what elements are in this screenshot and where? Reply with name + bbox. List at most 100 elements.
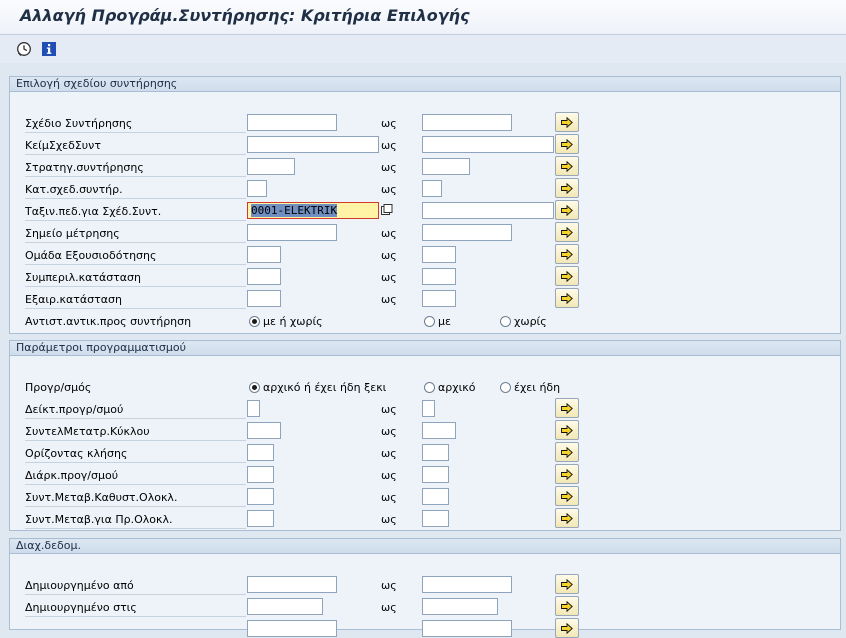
label-measuring-point: Σημείο μέτρησης: [25, 225, 246, 243]
label-maintenance-strategy: Στρατηγ.συντήρησης: [25, 159, 246, 177]
created-by-from-input[interactable]: [247, 576, 337, 593]
label-maintenance-plan: Σχέδιο Συντήρησης: [25, 115, 246, 133]
value-help-icon[interactable]: [381, 204, 393, 216]
partial-row-from-input[interactable]: [247, 620, 337, 637]
multiple-selection-button[interactable]: [555, 134, 579, 154]
multiple-selection-button[interactable]: [555, 222, 579, 242]
sort-field-from-input[interactable]: 0001-ELEKTRIK: [247, 202, 379, 219]
to-label: ως: [381, 403, 397, 416]
plan-text-to-input[interactable]: [422, 136, 554, 153]
label-created-on: Δημιουργημένο στις: [25, 599, 246, 617]
to-label: ως: [381, 579, 397, 592]
to-label: ως: [381, 249, 397, 262]
label-plan-category: Κατ.σχεδ.συντήρ.: [25, 181, 246, 199]
scheduling-period-from-input[interactable]: [247, 466, 274, 483]
cycle-factor-to-input[interactable]: [422, 422, 456, 439]
plan-category-to-input[interactable]: [422, 180, 442, 197]
page-title: Αλλαγή Προγράμ.Συντήρησης: Κριτήρια Επιλ…: [20, 6, 470, 25]
radio-initial-or-started[interactable]: αρχικό ή έχει ήδη ξεκι: [249, 379, 386, 396]
multiple-selection-button[interactable]: [555, 398, 579, 418]
arrow-right-icon: [561, 249, 573, 260]
scheduling-indicator-to-input[interactable]: [422, 400, 435, 417]
radio-already-started[interactable]: έχει ήδη: [500, 379, 560, 396]
authorization-group-to-input[interactable]: [422, 246, 456, 263]
arrow-right-icon: [561, 271, 573, 282]
multiple-selection-button[interactable]: [555, 464, 579, 484]
label-call-horizon: Ορίζοντας κλήσης: [25, 445, 246, 463]
authorization-group-from-input[interactable]: [247, 246, 281, 263]
to-label: ως: [381, 139, 397, 152]
radio-with-or-without[interactable]: με ή χωρίς: [249, 313, 323, 330]
execute-clock-icon[interactable]: [16, 41, 32, 57]
include-status-from-input[interactable]: [247, 268, 281, 285]
arrow-right-icon: [561, 601, 573, 612]
late-completion-to-input[interactable]: [422, 488, 449, 505]
maintenance-plan-from-input[interactable]: [247, 114, 337, 131]
arrow-right-icon: [561, 623, 573, 634]
plan-category-from-input[interactable]: [247, 180, 267, 197]
exclude-status-to-input[interactable]: [422, 290, 456, 307]
label-early-completion-shift: Συντ.Μεταβ.για Πρ.Ολοκλ.: [25, 511, 246, 529]
group-administrative-data: Διαχ.δεδομ. Δημιουργημένο από ως Δημιουρ…: [9, 538, 841, 638]
to-label: ως: [381, 161, 397, 174]
label-scheduling-indicator: Δείκτ.προγρ/σμού: [25, 401, 246, 419]
measuring-point-to-input[interactable]: [422, 224, 512, 241]
multiple-selection-button[interactable]: [555, 508, 579, 528]
multiple-selection-button[interactable]: [555, 156, 579, 176]
arrow-right-icon: [561, 161, 573, 172]
radio-empty-icon: [424, 316, 435, 327]
include-status-to-input[interactable]: [422, 268, 456, 285]
multiple-selection-button[interactable]: [555, 420, 579, 440]
created-on-to-input[interactable]: [422, 598, 498, 615]
label-exclude-status: Εξαιρ.κατάσταση: [25, 291, 246, 309]
multiple-selection-button[interactable]: [555, 618, 579, 638]
plan-text-from-input[interactable]: [247, 136, 379, 153]
multiple-selection-button[interactable]: [555, 288, 579, 308]
radio-empty-icon: [424, 382, 435, 393]
arrow-right-icon: [561, 403, 573, 414]
cycle-factor-from-input[interactable]: [247, 422, 281, 439]
multiple-selection-button[interactable]: [555, 244, 579, 264]
to-label: ως: [381, 491, 397, 504]
early-completion-to-input[interactable]: [422, 510, 449, 527]
scheduling-period-to-input[interactable]: [422, 466, 449, 483]
radio-empty-icon: [500, 316, 511, 327]
radio-initial[interactable]: αρχικό: [424, 379, 476, 396]
radio-with[interactable]: με: [424, 313, 451, 330]
label-scheduling-period: Διάρκ.προγ/σμού: [25, 467, 246, 485]
partial-row-to-input[interactable]: [422, 620, 512, 637]
multiple-selection-button[interactable]: [555, 486, 579, 506]
radio-without[interactable]: χωρίς: [500, 313, 547, 330]
multiple-selection-button[interactable]: [555, 596, 579, 616]
label-late-completion-shift: Συντ.Μεταβ.Καθυστ.Ολοκλ.: [25, 489, 246, 507]
created-on-from-input[interactable]: [247, 598, 323, 615]
late-completion-from-input[interactable]: [247, 488, 274, 505]
arrow-right-icon: [561, 205, 573, 216]
group-title: Διαχ.δεδομ.: [10, 539, 840, 554]
early-completion-from-input[interactable]: [247, 510, 274, 527]
sort-field-to-input[interactable]: [422, 202, 554, 219]
strategy-to-input[interactable]: [422, 158, 470, 175]
exclude-status-from-input[interactable]: [247, 290, 281, 307]
label-created-by: Δημιουργημένο από: [25, 577, 246, 595]
multiple-selection-button[interactable]: [555, 112, 579, 132]
label-plan-text: ΚείμΣχεδΣυντ: [25, 137, 246, 155]
multiple-selection-button[interactable]: [555, 574, 579, 594]
application-toolbar: [0, 35, 846, 63]
multiple-selection-button[interactable]: [555, 178, 579, 198]
maintenance-plan-to-input[interactable]: [422, 114, 512, 131]
multiple-selection-button[interactable]: [555, 266, 579, 286]
call-horizon-to-input[interactable]: [422, 444, 449, 461]
multiple-selection-button[interactable]: [555, 200, 579, 220]
to-label: ως: [381, 425, 397, 438]
scheduling-indicator-from-input[interactable]: [247, 400, 260, 417]
measuring-point-from-input[interactable]: [247, 224, 337, 241]
label-scheduling: Προγρ/σμός: [25, 381, 92, 394]
info-icon[interactable]: [41, 41, 57, 57]
multiple-selection-button[interactable]: [555, 442, 579, 462]
call-horizon-from-input[interactable]: [247, 444, 274, 461]
arrow-right-icon: [561, 183, 573, 194]
arrow-right-icon: [561, 513, 573, 524]
strategy-from-input[interactable]: [247, 158, 295, 175]
created-by-to-input[interactable]: [422, 576, 512, 593]
